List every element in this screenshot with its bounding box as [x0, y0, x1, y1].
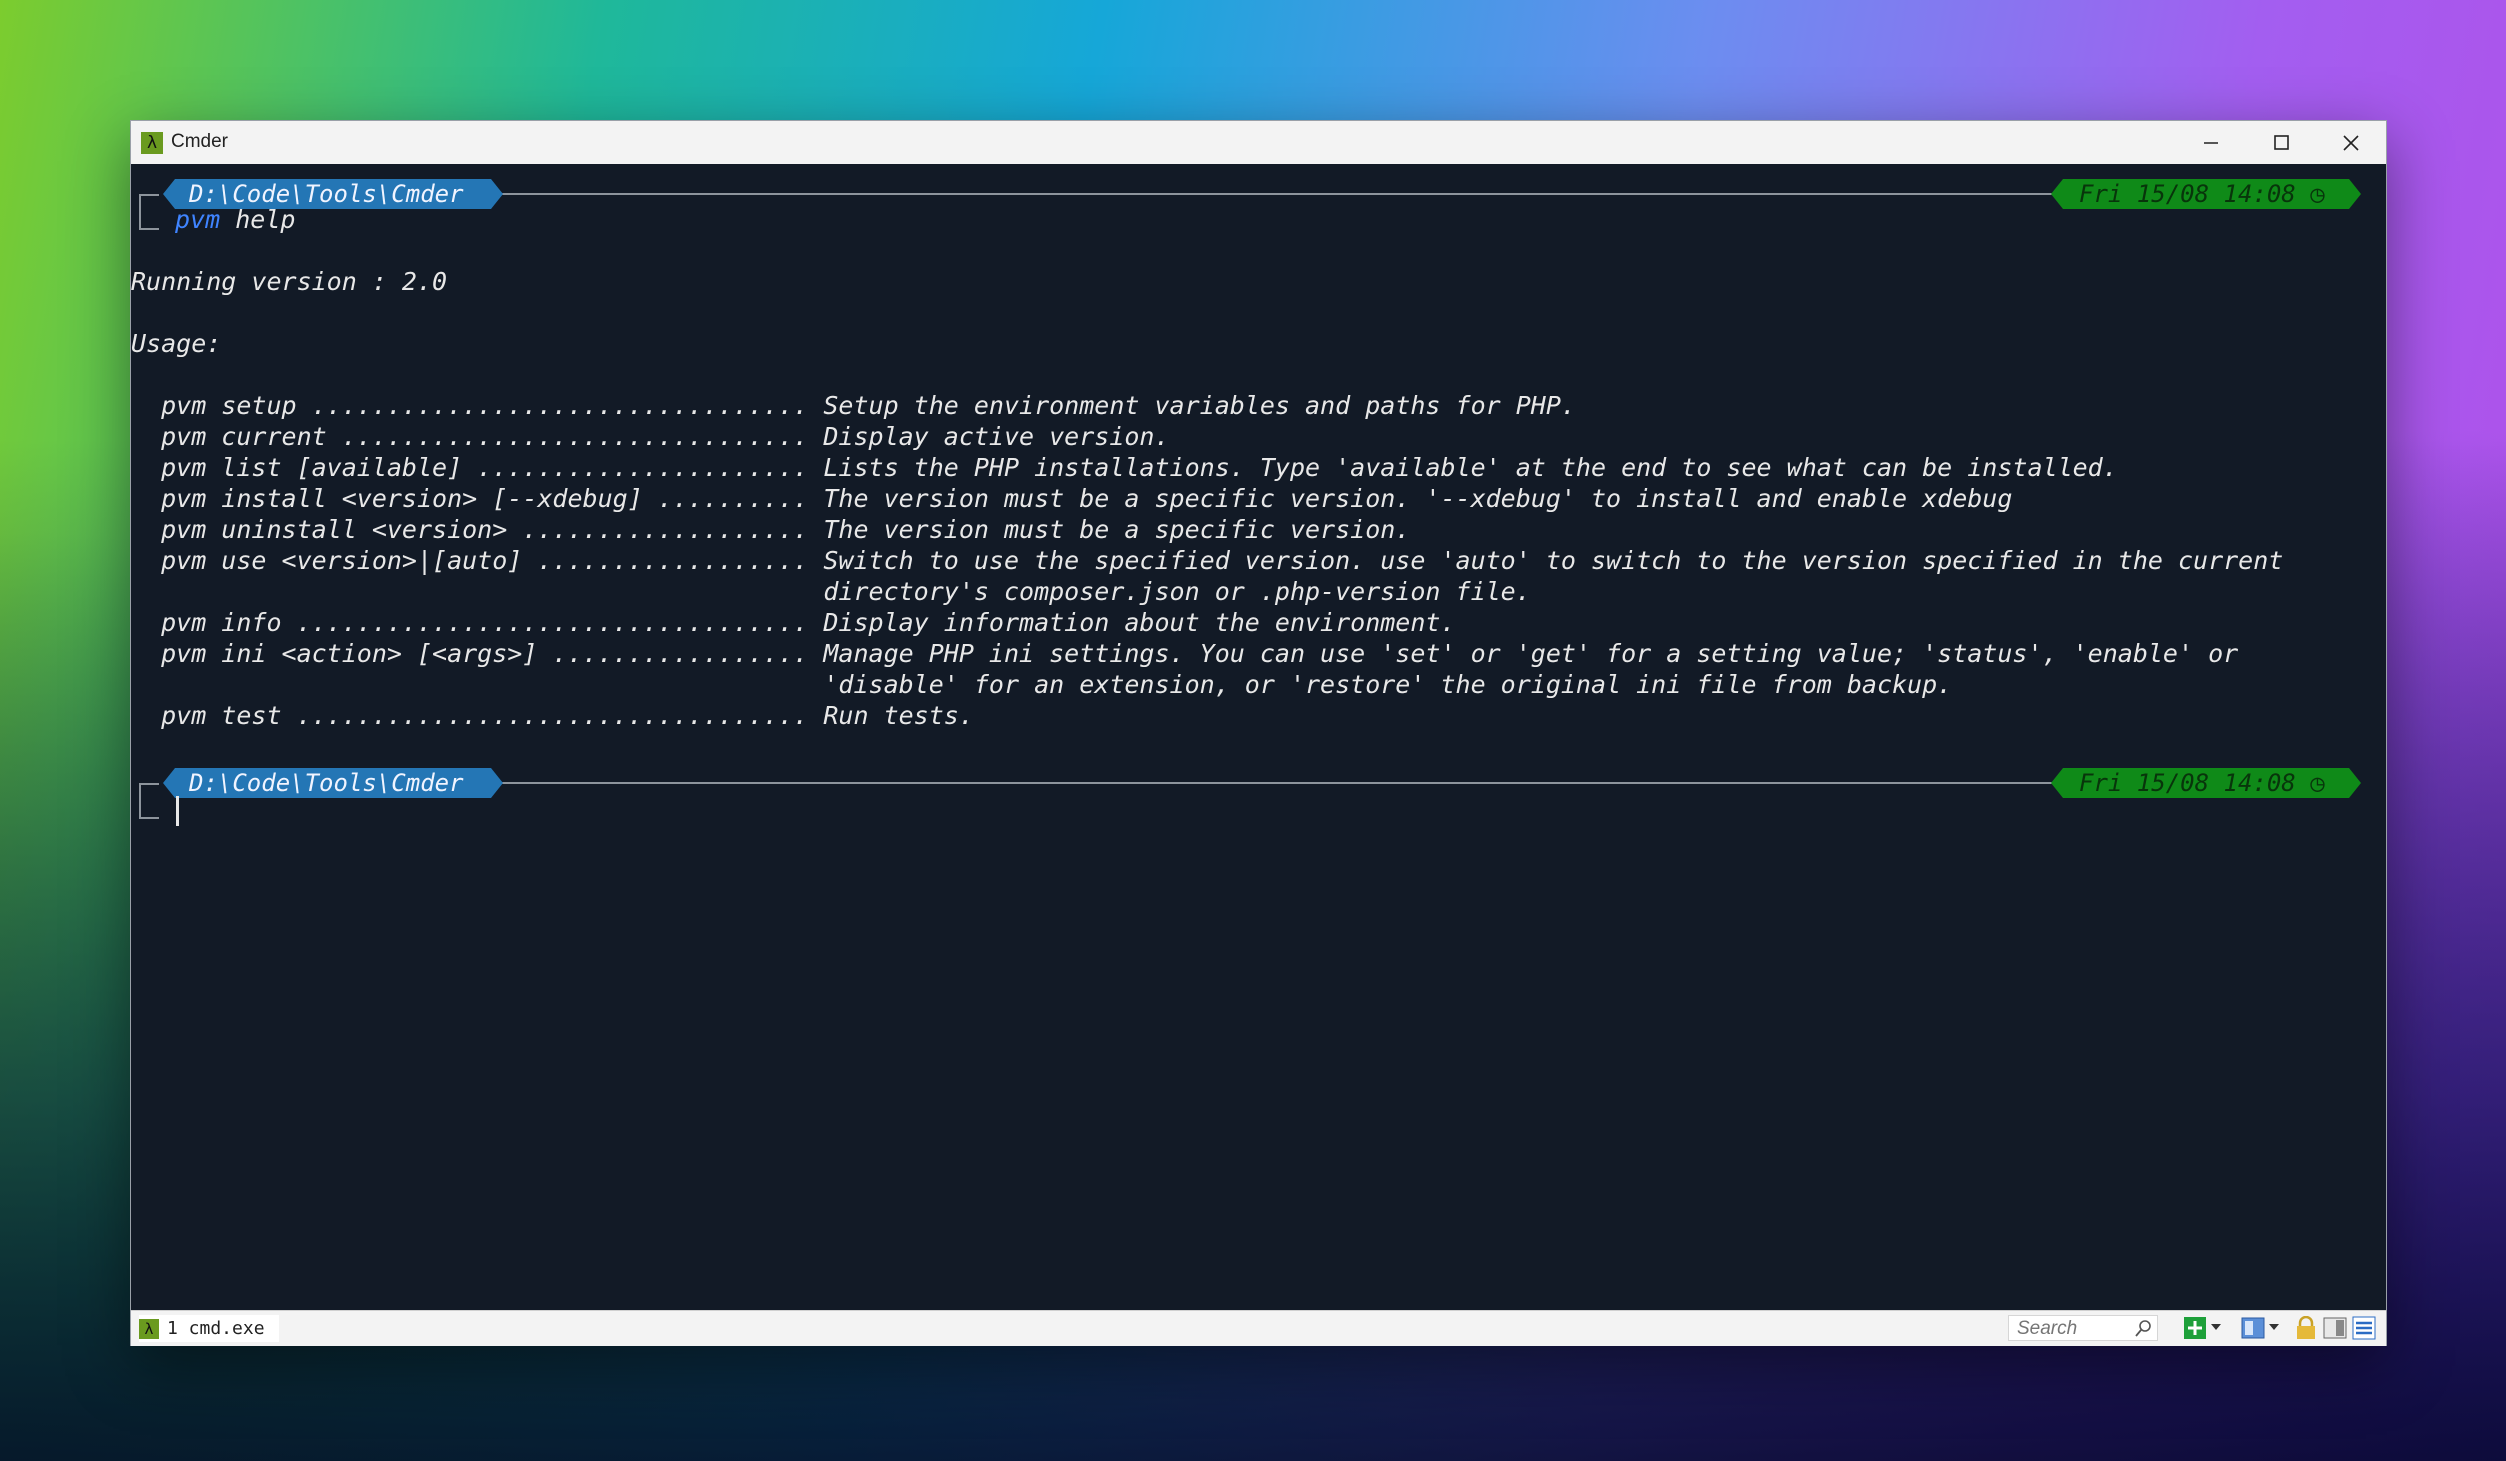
search-box[interactable]: [2008, 1315, 2158, 1342]
output-line: directory's composer.json or .php-versio…: [131, 577, 1531, 606]
panel-icon[interactable]: [2323, 1316, 2347, 1340]
output-line: pvm use <version>|[auto] ...............…: [131, 546, 2284, 575]
prompt-time: Fri 15/08 14:08: [2079, 180, 2296, 208]
output-line: 'disable' for an extension, or 'restore'…: [131, 670, 1953, 699]
clock-icon: ◷: [2310, 769, 2325, 797]
output-line: Running version : 2.0: [131, 267, 448, 296]
command-args: help: [235, 205, 296, 234]
menu-icon[interactable]: [2352, 1316, 2376, 1340]
command-line: pvm help: [175, 204, 295, 235]
prompt-path-segment: D:\Code\Tools\Cmder: [163, 768, 503, 798]
prompt-time: Fri 15/08 14:08: [2079, 769, 2296, 797]
cmder-lambda-icon: λ: [139, 1319, 159, 1339]
command-name: pvm: [175, 205, 221, 234]
output-line: pvm test ...............................…: [131, 701, 974, 730]
output-line: pvm ini <action> [<args>] ..............…: [131, 639, 2239, 668]
prompt-time-segment: Fri 15/08 14:08 ◷: [2051, 768, 2361, 798]
add-tab-icon[interactable]: [2183, 1316, 2207, 1340]
close-icon: [2343, 135, 2359, 151]
prompt-time-segment: Fri 15/08 14:08 ◷: [2051, 179, 2361, 209]
search-icon[interactable]: [2133, 1318, 2153, 1338]
prompt-rule: [476, 782, 2186, 784]
console-tab[interactable]: λ 1 cmd.exe: [139, 1315, 279, 1342]
output-line: pvm setup ..............................…: [131, 391, 1576, 420]
cmder-lambda-icon: λ: [141, 132, 163, 154]
dropdown-icon[interactable]: [2267, 1321, 2281, 1335]
prompt-line: D:\Code\Tools\Cmder Fri 15/08 14:08 ◷: [131, 768, 2386, 819]
lock-icon[interactable]: [2295, 1316, 2317, 1340]
text-cursor[interactable]: [176, 796, 179, 826]
console-area[interactable]: D:\Code\Tools\Cmder Fri 15/08 14:08 ◷ pv…: [131, 164, 2386, 1310]
title-bar[interactable]: λ Cmder: [131, 121, 2386, 164]
output-line: pvm install <version> [--xdebug] .......…: [131, 484, 2013, 513]
minimize-button[interactable]: [2176, 121, 2246, 164]
output-line: pvm list [available] ...................…: [131, 453, 2118, 482]
output-line: pvm uninstall <version> ................…: [131, 515, 1411, 544]
dropdown-icon[interactable]: [2209, 1321, 2223, 1335]
maximize-button[interactable]: [2246, 121, 2316, 164]
tab-label: 1 cmd.exe: [167, 1318, 265, 1339]
prompt-rule: [476, 193, 2186, 195]
clock-icon: ◷: [2310, 180, 2325, 208]
cmder-window: λ Cmder D:\Code\Tools\Cmder Fri 15/08 14…: [130, 120, 2387, 1346]
status-bar: λ 1 cmd.exe: [131, 1310, 2386, 1346]
output-line: pvm current ............................…: [131, 422, 1170, 451]
search-input[interactable]: [2009, 1316, 2129, 1342]
prompt-bracket: [139, 194, 159, 230]
output-line: Usage:: [131, 329, 222, 358]
close-button[interactable]: [2316, 121, 2386, 164]
split-view-icon[interactable]: [2241, 1316, 2265, 1340]
window-title: Cmder: [171, 131, 229, 152]
maximize-icon: [2274, 135, 2289, 150]
output-line: pvm info ...............................…: [131, 608, 1456, 637]
prompt-bracket: [139, 783, 159, 819]
prompt-line: D:\Code\Tools\Cmder Fri 15/08 14:08 ◷: [131, 179, 2386, 230]
minimize-icon: [2204, 142, 2218, 144]
